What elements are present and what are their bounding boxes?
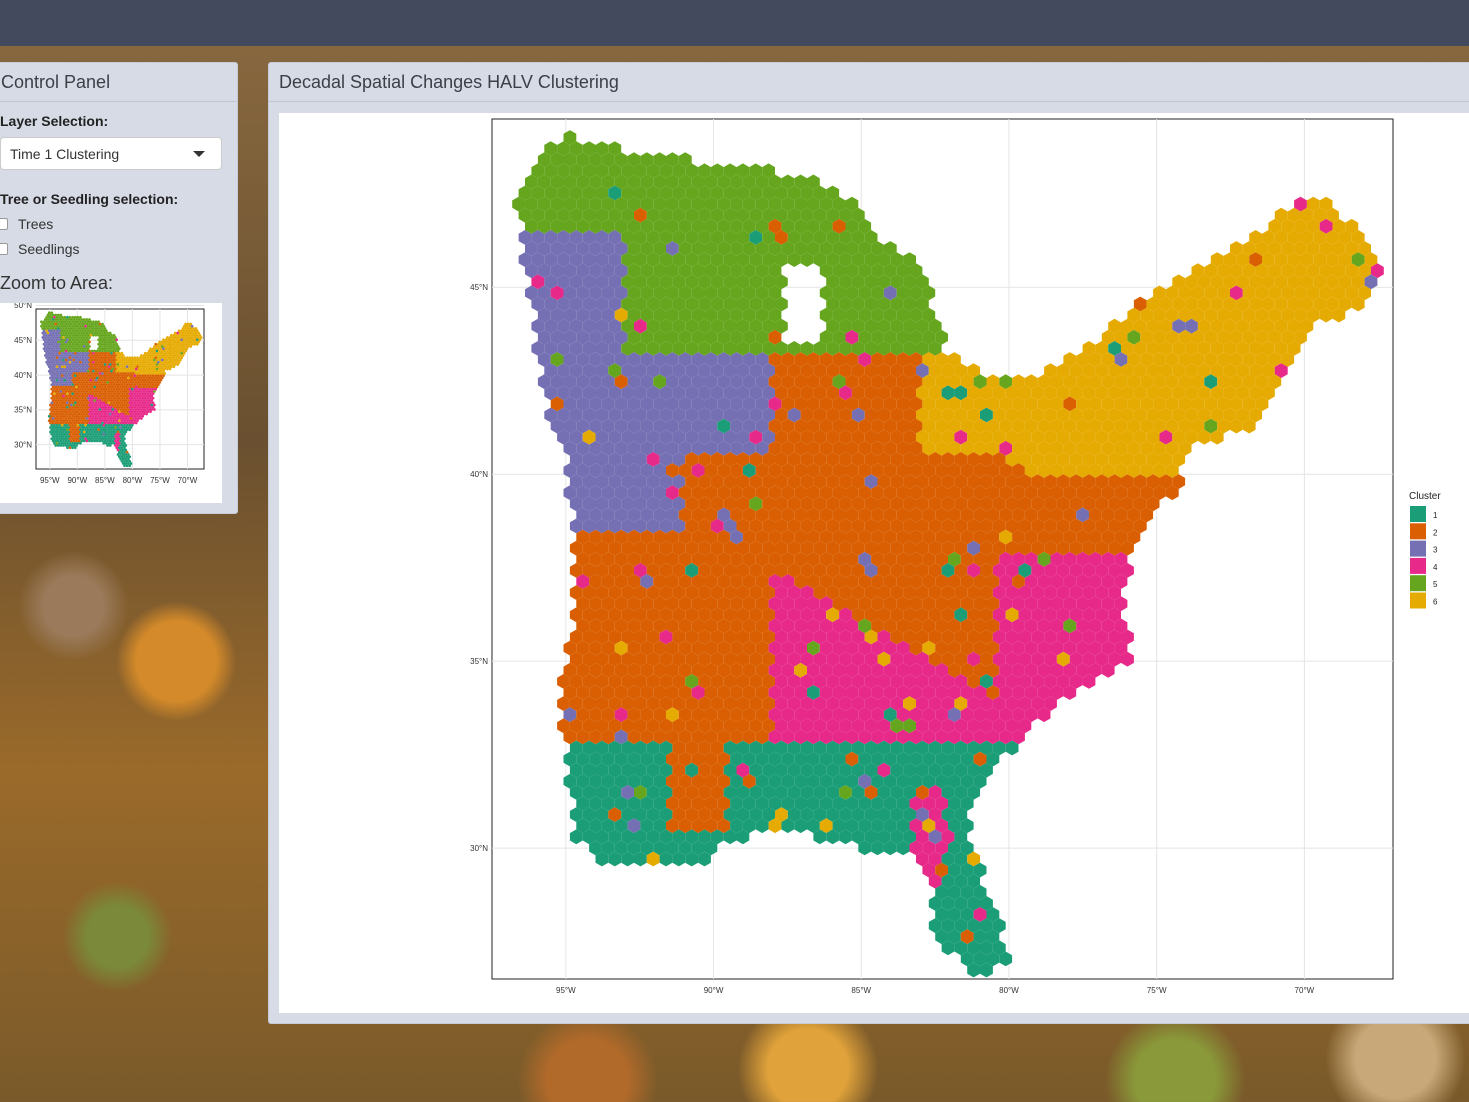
checkbox-box[interactable]	[0, 218, 8, 230]
checkbox-box[interactable]	[0, 243, 8, 255]
control-panel: Control Panel Layer Selection: Time 1 Cl…	[0, 62, 238, 514]
mini-map-svg[interactable]: 95°W 90°W 85°W 80°W 75°W 70°W 50°N 45°N 40°N 35°N…	[0, 301, 222, 503]
legend-swatch	[1410, 575, 1426, 592]
layer-select-value: Time 1 Clustering	[10, 145, 120, 162]
main-panel: Decadal Spatial Changes HALV Clustering …	[268, 62, 1469, 1024]
control-panel-title: Control Panel	[0, 63, 237, 102]
x-tick-label: 85°W	[851, 986, 871, 995]
top-navbar	[0, 0, 1469, 46]
y-tick-label: 40°N	[470, 470, 488, 479]
x-tick-label: 75°W	[150, 476, 170, 485]
legend-swatch	[1410, 592, 1426, 609]
legend-swatch	[1410, 557, 1426, 574]
x-tick-label: 95°W	[40, 476, 60, 485]
x-tick-label: 80°W	[123, 476, 143, 485]
trees-checkbox[interactable]: Trees	[0, 216, 53, 232]
zoom-mini-map[interactable]: 95°W 90°W 85°W 80°W 75°W 70°W 50°N 45°N 40°N 35°N…	[0, 301, 222, 503]
y-tick-label: 50°N	[14, 303, 32, 310]
tree-seedling-label: Tree or Seedling selection:	[0, 191, 179, 207]
legend-title: Cluster	[1409, 491, 1441, 502]
y-tick-label: 45°N	[470, 283, 488, 292]
layer-selection-label: Layer Selection:	[0, 113, 109, 129]
cluster-map-svg: 95°W 90°W 85°W 80°W 75°W 70°W 45°N 40°N 35°N 30°N…	[470, 118, 1441, 995]
y-tick-label: 40°N	[14, 371, 32, 380]
x-tick-label: 75°W	[1147, 986, 1167, 995]
legend-label: 4	[1433, 563, 1438, 572]
main-panel-title: Decadal Spatial Changes HALV Clustering	[269, 63, 1469, 102]
seedlings-checkbox[interactable]: Seedlings	[0, 241, 80, 257]
y-tick-label: 30°N	[14, 440, 32, 449]
legend-swatch	[1410, 506, 1426, 522]
x-tick-label: 80°W	[999, 986, 1019, 995]
legend-swatch	[1410, 523, 1426, 540]
chevron-down-icon	[193, 151, 205, 157]
y-tick-label: 30°N	[470, 844, 488, 853]
y-tick-label: 35°N	[14, 406, 32, 415]
legend: Cluster 1 2 3 4 5 6	[1409, 491, 1441, 609]
x-tick-label: 70°W	[178, 476, 198, 485]
plot-area: 95°W 90°W 85°W 80°W 75°W 70°W 45°N 40°N 35°N 30°N…	[279, 113, 1469, 1013]
legend-swatch	[1410, 540, 1426, 557]
x-tick-label: 70°W	[1295, 986, 1315, 995]
legend-label: 2	[1433, 528, 1438, 537]
x-tick-label: 90°W	[704, 986, 724, 995]
x-tick-label: 85°W	[95, 476, 115, 485]
y-tick-label: 45°N	[14, 336, 32, 345]
trees-label: Trees	[18, 216, 54, 232]
legend-label: 6	[1433, 598, 1438, 607]
layer-select[interactable]: Time 1 Clustering	[0, 137, 222, 170]
legend-label: 5	[1433, 580, 1438, 589]
y-tick-label: 35°N	[470, 657, 488, 666]
legend-label: 3	[1433, 546, 1438, 555]
x-tick-label: 95°W	[556, 986, 576, 995]
seedlings-label: Seedlings	[18, 241, 80, 257]
zoom-area-label: Zoom to Area:	[0, 273, 114, 293]
x-tick-label: 90°W	[67, 476, 87, 485]
legend-label: 1	[1433, 511, 1438, 520]
